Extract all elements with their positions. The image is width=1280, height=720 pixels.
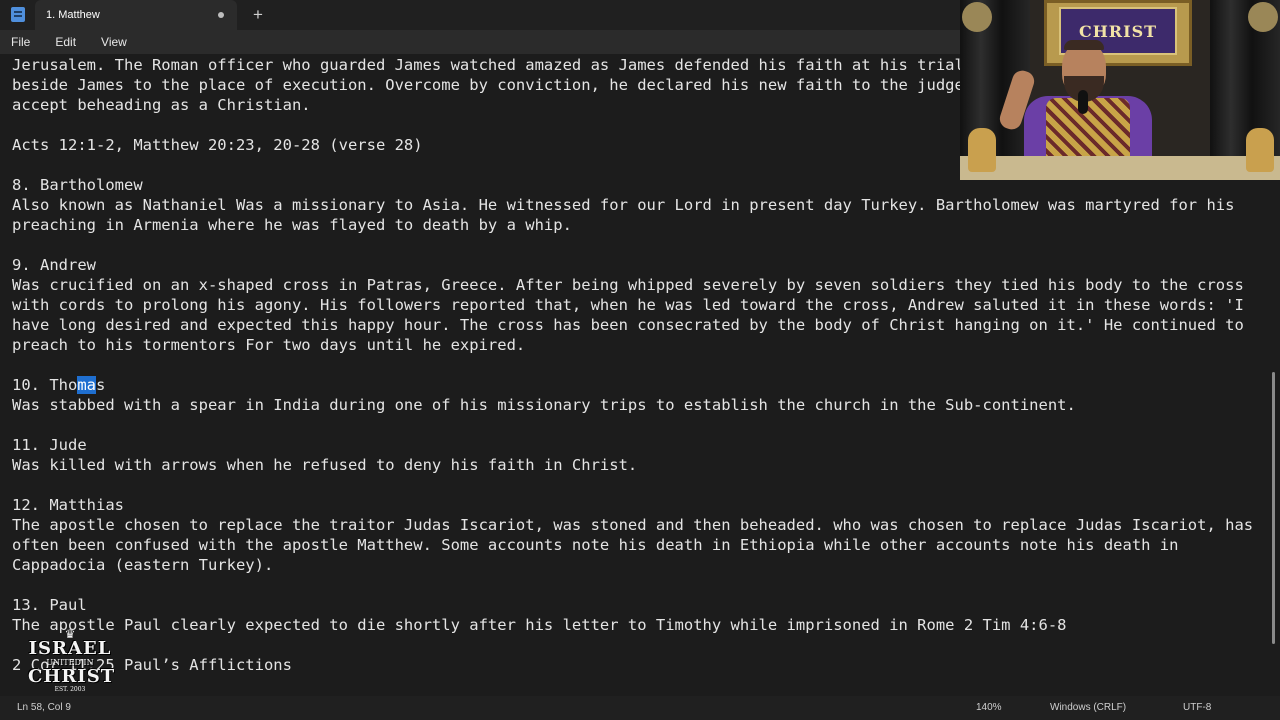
text-line: with cords to prolong his agony. His fol… [12, 296, 1244, 314]
channel-logo: ♛ ISRAEL UNITED IN CHRIST EST. 2003 [28, 628, 116, 712]
text-line: Also known as Nathaniel Was a missionary… [12, 196, 1235, 214]
text-line: 2 Cor 11:25 Paul’s Afflictions [12, 656, 292, 674]
microphone-icon [1078, 90, 1088, 114]
line-ending[interactable]: Windows (CRLF) [1050, 702, 1126, 713]
text-line: Was crucified on an x-shaped cross in Pa… [12, 276, 1244, 294]
text-line: The apostle Paul clearly expected to die… [12, 616, 1067, 634]
text-line: The apostle chosen to replace the traito… [12, 516, 1254, 534]
text-line [12, 635, 1253, 655]
desk [960, 156, 1280, 180]
presenter-vest [1046, 98, 1130, 162]
lion-statue-left [968, 128, 996, 172]
menu-file[interactable]: File [11, 35, 30, 49]
presenter-hair [1064, 40, 1104, 50]
lion-statue-right [1246, 128, 1274, 172]
text-line: 9. Andrew [12, 256, 96, 274]
text-selection[interactable]: ma [77, 376, 96, 394]
text-line: Was stabbed with a spear in India during… [12, 396, 1076, 414]
logo-line: EST. 2003 [54, 686, 86, 693]
zoom-level[interactable]: 140% [976, 702, 1002, 713]
tab-document[interactable]: 1. Matthew [35, 0, 237, 30]
selection-after: s [96, 376, 106, 394]
text-line: preach to his tormentors For two days un… [12, 336, 526, 354]
text-line [12, 235, 1253, 255]
logo-line: ISRAEL [28, 638, 112, 659]
encoding[interactable]: UTF-8 [1183, 702, 1211, 713]
unsaved-dot-icon[interactable] [218, 12, 224, 18]
text-line: 11. Jude [12, 436, 87, 454]
lion-knocker-left [962, 2, 992, 32]
text-line [12, 475, 1253, 495]
menu-view[interactable]: View [101, 35, 127, 49]
logo-line: CHRIST [28, 666, 116, 687]
text-line [12, 415, 1253, 435]
selection-before: 10. Tho [12, 376, 78, 394]
text-line [12, 575, 1253, 595]
tab-title: 1. Matthew [46, 9, 100, 21]
text-line: 12. Matthias [12, 496, 124, 514]
lion-knocker-right [1248, 2, 1278, 32]
menu-edit[interactable]: Edit [55, 35, 76, 49]
webcam-overlay: CHRIST [960, 0, 1280, 180]
text-line: Was killed with arrows when he refused t… [12, 456, 638, 474]
text-line: have long desired and expected this happ… [12, 316, 1244, 334]
status-bar: Ln 58, Col 9 140% Windows (CRLF) UTF-8 [0, 696, 1280, 720]
text-line [12, 355, 1253, 375]
text-line: preaching in Armenia where he was flayed… [12, 216, 572, 234]
text-line: 13. Paul [12, 596, 87, 614]
text-line: often been confused with the apostle Mat… [12, 536, 1179, 554]
text-line-selection: 10. Thomas [12, 375, 1253, 395]
notepad-icon [11, 7, 25, 22]
text-line: Cappadocia (eastern Turkey). [12, 556, 274, 574]
new-tab-button[interactable]: + [251, 5, 265, 25]
scrollbar-thumb[interactable] [1272, 372, 1275, 644]
